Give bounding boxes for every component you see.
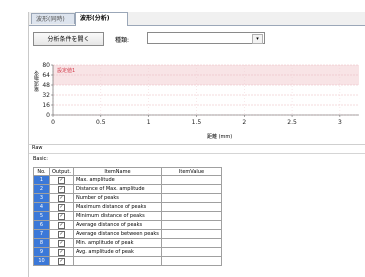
row-number: 5	[33, 211, 50, 221]
y-tick-label: 32	[42, 92, 50, 99]
output-checkbox-cell[interactable]: ✓	[49, 175, 74, 185]
waveform-chart: 80 64 48 32 16 0 0 0.5 1 1.5 2 2.5 3 設定値1	[29, 58, 365, 144]
y-tick-label: 64	[42, 72, 50, 79]
row-number: 8	[33, 238, 50, 248]
output-checkbox[interactable]: ✓	[57, 230, 65, 238]
tab-waveform-simultaneous[interactable]: 波形(同時)	[31, 13, 75, 24]
basic-section-label: Basic:	[33, 156, 48, 162]
table-row[interactable]: 9 ✓ Avg. amplitude of peak	[33, 247, 222, 257]
open-analysis-conditions-button[interactable]: 分析条件を開く	[33, 32, 104, 46]
chart-y-axis-label: 電流指令	[34, 70, 40, 92]
table-row[interactable]: 4 ✓ Maximum distance of peaks	[33, 202, 222, 212]
x-tick-label: 0	[51, 119, 55, 126]
item-name-cell: Min. amplitude of peak	[72, 238, 162, 248]
output-checkbox-cell[interactable]: ✓	[49, 229, 74, 239]
output-checkbox[interactable]: ✓	[57, 212, 65, 220]
type-select[interactable]: ▾	[147, 32, 265, 44]
output-checkbox-cell[interactable]: ✓	[49, 202, 74, 212]
column-header-item-value: ItemValue	[160, 167, 222, 176]
row-number: 9	[33, 247, 50, 257]
y-tick-label: 80	[42, 62, 50, 69]
item-name-cell: Max. amplitude	[72, 175, 162, 185]
item-value-cell[interactable]	[160, 247, 222, 257]
output-checkbox[interactable]: ✓	[57, 248, 65, 256]
item-name-cell: Maximum distance of peaks	[72, 202, 162, 212]
chart-svg: 80 64 48 32 16 00 0.5 1 1.5 2 2.5 3 設定値1	[42, 62, 359, 126]
raw-section-label: Raw	[32, 145, 43, 151]
item-value-cell[interactable]	[160, 193, 222, 203]
table-row[interactable]: 2 ✓ Distance of Max. amplitude	[33, 184, 222, 194]
item-name-cell: Minimum distance of peaks	[72, 211, 162, 221]
item-name-cell	[72, 256, 162, 266]
output-checkbox[interactable]: ✓	[57, 239, 65, 247]
item-value-cell[interactable]	[160, 238, 222, 248]
item-name-cell: Distance of Max. amplitude	[72, 184, 162, 194]
results-table: No. Output. ItemName ItemValue 1 ✓ Max. am…	[33, 167, 222, 266]
row-number: 3	[33, 193, 50, 203]
output-checkbox[interactable]: ✓	[57, 221, 65, 229]
output-checkbox-cell[interactable]: ✓	[49, 184, 74, 194]
item-value-cell[interactable]	[160, 229, 222, 239]
row-number: 4	[33, 202, 50, 212]
row-number: 7	[33, 229, 50, 239]
table-row[interactable]: 8 ✓ Min. amplitude of peak	[33, 238, 222, 248]
item-value-cell[interactable]	[160, 220, 222, 230]
item-name-cell: Average distance between peaks	[72, 229, 162, 239]
item-name-cell: Number of peaks	[72, 193, 162, 203]
tab-bar: 波形(同時) 波形(分析)	[29, 12, 365, 26]
x-tick-label: 2.5	[287, 119, 297, 126]
chart-annotation: 設定値1	[57, 67, 75, 74]
y-tick-label: 0	[46, 112, 50, 119]
output-checkbox[interactable]: ✓	[57, 176, 65, 184]
chart-x-axis-label: 距離 (mm)	[207, 134, 233, 140]
y-tick-label: 16	[42, 102, 50, 109]
chevron-down-icon[interactable]: ▾	[252, 34, 263, 44]
output-checkbox[interactable]: ✓	[57, 194, 65, 202]
item-value-cell[interactable]	[160, 211, 222, 221]
table-row[interactable]: 5 ✓ Minimum distance of peaks	[33, 211, 222, 221]
output-checkbox-cell[interactable]: ✓	[49, 238, 74, 248]
divider	[29, 144, 365, 145]
row-number: 2	[33, 184, 50, 194]
table-row[interactable]: 6 ✓ Average distance of peaks	[33, 220, 222, 230]
x-tick-label: 2	[242, 119, 246, 126]
output-checkbox-cell[interactable]: ✓	[49, 220, 74, 230]
row-number: 6	[33, 220, 50, 230]
table-row[interactable]: 7 ✓ Average distance between peaks	[33, 229, 222, 239]
item-name-cell: Average distance of peaks	[72, 220, 162, 230]
row-number: 1	[33, 175, 50, 185]
item-value-cell[interactable]	[160, 175, 222, 185]
output-checkbox-cell[interactable]: ✓	[49, 193, 74, 203]
table-row[interactable]: 10 ✓	[33, 256, 222, 266]
output-checkbox[interactable]: ✓	[57, 203, 65, 211]
output-checkbox-cell[interactable]: ✓	[49, 256, 74, 266]
column-header-no: No.	[33, 167, 50, 176]
output-checkbox[interactable]: ✓	[57, 257, 65, 265]
x-tick-label: 0.5	[96, 119, 106, 126]
item-value-cell[interactable]	[160, 202, 222, 212]
x-tick-label: 1	[147, 119, 151, 126]
output-checkbox-cell[interactable]: ✓	[49, 211, 74, 221]
toolbar: 分析条件を開く 種類: ▾	[29, 26, 365, 58]
output-checkbox[interactable]: ✓	[57, 185, 65, 193]
item-name-cell: Avg. amplitude of peak	[72, 247, 162, 257]
raw-panel: Basic: No. Output. ItemName ItemValue 1 ✓…	[29, 153, 365, 277]
output-checkbox-cell[interactable]: ✓	[49, 247, 74, 257]
x-tick-label: 3	[338, 119, 342, 126]
table-row[interactable]: 1 ✓ Max. amplitude	[33, 175, 222, 185]
column-header-output: Output.	[49, 167, 74, 176]
table-header-row: No. Output. ItemName ItemValue	[33, 167, 222, 176]
column-header-item-name: ItemName	[72, 167, 162, 176]
table-row[interactable]: 3 ✓ Number of peaks	[33, 193, 222, 203]
item-value-cell[interactable]	[160, 256, 222, 266]
type-label: 種類:	[115, 37, 130, 44]
analysis-window: 波形(同時) 波形(分析) 分析条件を開く 種類: ▾ 80 64 48 32 16 0 0…	[28, 12, 365, 277]
item-value-cell[interactable]	[160, 184, 222, 194]
tab-waveform-analysis[interactable]: 波形(分析)	[75, 12, 128, 26]
y-tick-label: 48	[42, 82, 50, 89]
x-tick-label: 1.5	[192, 119, 202, 126]
row-number: 10	[33, 256, 50, 266]
